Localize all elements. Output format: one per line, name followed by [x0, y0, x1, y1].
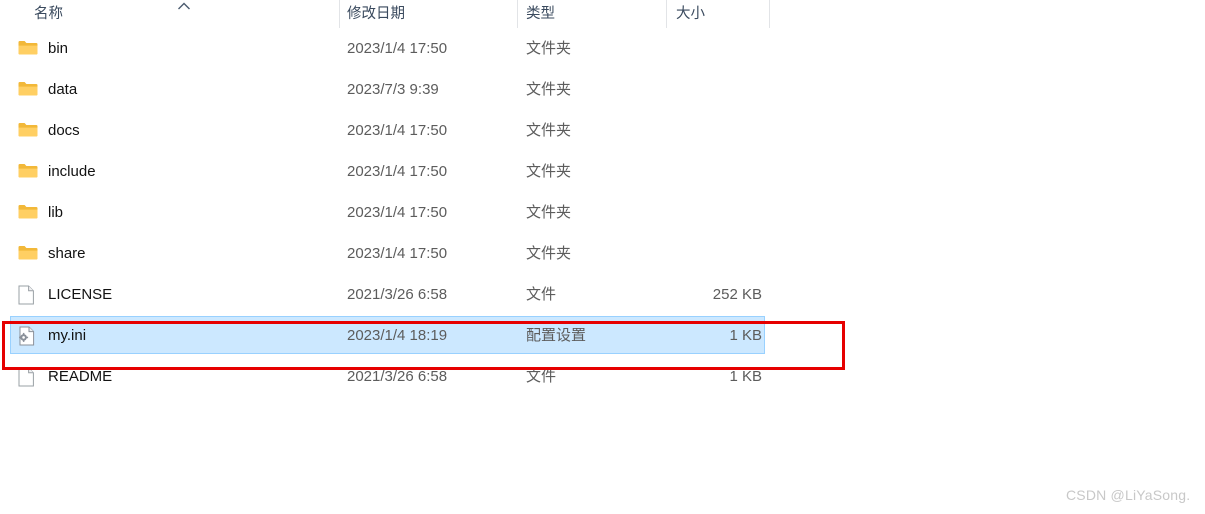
folder-icon [18, 39, 38, 58]
file-name-label: README [48, 368, 113, 385]
cell-type: 文件夹 [526, 233, 571, 274]
cell-size [666, 192, 762, 233]
column-divider[interactable] [769, 0, 770, 28]
file-list-view[interactable]: 名称 修改日期 类型 大小 bin 2023/1/4 17:50 文件夹 data 20… [0, 0, 1205, 514]
cell-date-label: 2021/3/26 6:58 [347, 286, 448, 303]
cell-size [666, 110, 762, 151]
watermark-text: CSDN @LiYaSong. [1066, 487, 1191, 503]
table-row[interactable]: docs 2023/1/4 17:50 文件夹 [0, 110, 790, 151]
cell-type: 文件夹 [526, 110, 571, 151]
cell-type: 文件夹 [526, 151, 571, 192]
cell-date-label: 2021/3/26 6:58 [347, 368, 448, 385]
table-row[interactable]: include 2023/1/4 17:50 文件夹 [0, 151, 790, 192]
column-divider[interactable] [339, 0, 340, 28]
cell-date-label: 2023/1/4 17:50 [347, 40, 448, 57]
chevron-up-icon [177, 1, 191, 11]
column-header-size[interactable]: 大小 [676, 0, 705, 28]
cell-date: 2023/1/4 17:50 [347, 151, 447, 192]
column-divider[interactable] [666, 0, 667, 28]
column-header-type[interactable]: 类型 [526, 0, 555, 28]
document-icon [18, 367, 38, 387]
column-header-date-label: 修改日期 [347, 6, 405, 22]
file-rows-container: bin 2023/1/4 17:50 文件夹 data 2023/7/3 9:39 文件夹… [0, 28, 790, 397]
cell-type-label: 文件夹 [526, 204, 572, 221]
file-name-label: include [48, 163, 96, 180]
column-header-type-label: 类型 [526, 6, 555, 22]
cell-type-label: 文件夹 [526, 81, 572, 98]
cell-date-label: 2023/1/4 17:50 [347, 163, 448, 180]
column-header-row: 名称 修改日期 类型 大小 [0, 0, 790, 28]
cell-size [666, 69, 762, 110]
cell-date-label: 2023/7/3 9:39 [347, 81, 439, 98]
cell-size: 1 KB [666, 315, 762, 356]
cell-date: 2023/1/4 17:50 [347, 192, 447, 233]
file-name-label: LICENSE [48, 286, 113, 303]
cell-type: 文件 [526, 274, 556, 315]
table-row[interactable]: README 2021/3/26 6:58 文件 1 KB [0, 356, 790, 397]
file-name-label: share [48, 245, 86, 262]
cell-type: 文件夹 [526, 28, 571, 69]
cell-type: 配置设置 [526, 315, 586, 356]
cell-date: 2023/1/4 17:50 [347, 28, 447, 69]
table-row[interactable]: lib 2023/1/4 17:50 文件夹 [0, 192, 790, 233]
folder-icon [18, 80, 38, 99]
document-icon [18, 285, 38, 305]
cell-size [666, 28, 762, 69]
file-name-label: docs [48, 122, 80, 139]
cell-date: 2023/7/3 9:39 [347, 69, 439, 110]
cell-type: 文件夹 [526, 69, 571, 110]
cell-date-label: 2023/1/4 17:50 [347, 245, 448, 262]
cell-date-label: 2023/1/4 17:50 [347, 204, 448, 221]
folder-icon [18, 203, 38, 222]
cell-type: 文件 [526, 356, 556, 397]
table-row[interactable]: my.ini 2023/1/4 18:19 配置设置 1 KB [0, 315, 790, 356]
table-row[interactable]: LICENSE 2021/3/26 6:58 文件 252 KB [0, 274, 790, 315]
cell-size: 1 KB [666, 356, 762, 397]
folder-icon [18, 162, 38, 181]
cell-date-label: 2023/1/4 17:50 [347, 122, 448, 139]
cell-size [666, 233, 762, 274]
cell-size-label: 1 KB [729, 327, 762, 344]
file-name-label: bin [48, 40, 69, 57]
cell-type-label: 文件 [526, 286, 557, 303]
folder-icon [18, 121, 38, 140]
cell-type-label: 文件夹 [526, 245, 572, 262]
cell-type-label: 文件夹 [526, 40, 572, 57]
cell-size: 252 KB [666, 274, 762, 315]
column-header-name-label: 名称 [34, 6, 63, 22]
cell-date: 2021/3/26 6:58 [347, 274, 447, 315]
table-row[interactable]: bin 2023/1/4 17:50 文件夹 [0, 28, 790, 69]
file-name-label: my.ini [48, 327, 87, 344]
config-file-icon [18, 326, 38, 346]
cell-size-label: 252 KB [712, 286, 762, 303]
column-divider[interactable] [517, 0, 518, 28]
table-row[interactable]: data 2023/7/3 9:39 文件夹 [0, 69, 790, 110]
column-header-size-label: 大小 [676, 6, 705, 22]
folder-icon [18, 244, 38, 263]
cell-date: 2023/1/4 18:19 [347, 315, 447, 356]
column-header-name[interactable]: 名称 [34, 0, 63, 28]
cell-date: 2023/1/4 17:50 [347, 110, 447, 151]
cell-size-label: 1 KB [729, 368, 762, 385]
cell-date: 2021/3/26 6:58 [347, 356, 447, 397]
cell-date: 2023/1/4 17:50 [347, 233, 447, 274]
column-header-date[interactable]: 修改日期 [347, 0, 405, 28]
cell-type-label: 文件 [526, 368, 557, 385]
cell-date-label: 2023/1/4 18:19 [347, 327, 448, 344]
table-row[interactable]: share 2023/1/4 17:50 文件夹 [0, 233, 790, 274]
cell-type: 文件夹 [526, 192, 571, 233]
file-name-label: data [48, 81, 78, 98]
cell-type-label: 文件夹 [526, 122, 572, 139]
cell-type-label: 文件夹 [526, 163, 572, 180]
cell-type-label: 配置设置 [526, 327, 587, 344]
file-name-label: lib [48, 204, 64, 221]
cell-size [666, 151, 762, 192]
